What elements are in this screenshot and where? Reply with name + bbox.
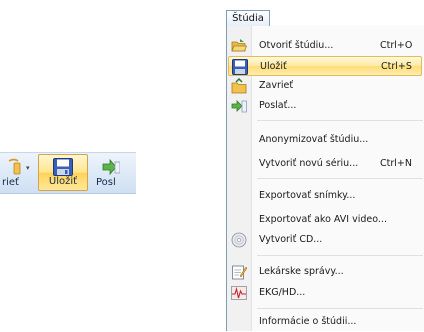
menu-tab-study[interactable]: Štúdia — [226, 10, 270, 26]
save-icon — [232, 59, 248, 75]
menu-item-export-avi[interactable]: Exportovať ako AVI video... — [227, 210, 424, 230]
menu-item-ekg-hd[interactable]: EKG/HD... — [227, 283, 424, 303]
folder-open-icon — [231, 39, 247, 52]
dropdown-arrow-icon[interactable]: ▾ — [26, 164, 30, 172]
save-button[interactable]: Uložiť — [38, 154, 88, 191]
send-icon — [102, 158, 120, 176]
menu-item-label: EKG/HD... — [259, 287, 306, 298]
menu-separator — [257, 178, 423, 179]
menu-item-save[interactable]: Uložiť Ctrl+S — [228, 56, 422, 76]
menu-item-create-cd[interactable]: Vytvoriť CD... — [227, 230, 424, 250]
send-button[interactable]: Posl — [92, 155, 136, 191]
report-icon — [232, 265, 247, 280]
send-icon — [231, 100, 247, 113]
menu-item-label: Otvoriť štúdiu... — [259, 40, 334, 51]
cd-icon — [231, 232, 247, 248]
menu-separator — [257, 308, 423, 309]
menu-item-close[interactable]: Zavrieť — [227, 76, 424, 96]
menu-item-label: Vytvoriť CD... — [259, 234, 323, 245]
menu-item-medical-reports[interactable]: Lekárske správy... — [227, 262, 424, 282]
menu-item-label: Poslať... — [259, 100, 297, 111]
send-label: Posl — [96, 177, 116, 188]
menu-item-label: Vytvoriť novú sériu... — [259, 158, 359, 169]
menu-item-anonymize[interactable]: Anonymizovať štúdiu... — [227, 130, 424, 150]
menu-item-send[interactable]: Poslať... — [227, 96, 424, 116]
save-icon — [53, 158, 73, 176]
menu-item-label: Lekárske správy... — [259, 266, 344, 277]
menu-item-shortcut: Ctrl+O — [380, 40, 413, 51]
save-label: Uložiť — [48, 176, 78, 187]
menu-item-new-series[interactable]: Vytvoriť novú sériu... Ctrl+N — [227, 154, 424, 174]
close-study-label: rieť — [2, 177, 19, 188]
menu-item-open-study[interactable]: Otvoriť štúdiu... Ctrl+O — [227, 36, 424, 56]
ekg-icon — [231, 286, 247, 300]
menu-separator — [257, 255, 423, 256]
menu-item-label: Anonymizovať štúdiu... — [259, 134, 369, 145]
menu-separator — [257, 120, 423, 121]
menu-item-label: Exportovať snímky... — [259, 190, 356, 201]
toolbar: ▾ rieť Uložiť Posl — [0, 152, 136, 194]
close-study-button[interactable]: ▾ rieť — [0, 155, 36, 191]
folder-close-icon — [8, 158, 21, 175]
menu-item-label: Zavrieť — [259, 80, 294, 91]
menu-item-study-info[interactable]: Informácie o štúdii... — [227, 312, 424, 332]
menu-item-export-images[interactable]: Exportovať snímky... — [227, 186, 424, 206]
menu-item-label: Uložiť — [260, 61, 287, 72]
menu-item-label: Informácie o štúdii... — [259, 316, 357, 327]
folder-close-icon — [231, 78, 247, 94]
menu-item-label: Exportovať ako AVI video... — [259, 214, 387, 225]
menu-item-shortcut: Ctrl+N — [380, 158, 412, 169]
menu-item-shortcut: Ctrl+S — [381, 61, 412, 72]
study-menu: Otvoriť štúdiu... Ctrl+O Uložiť Ctrl+S Z… — [226, 25, 424, 331]
